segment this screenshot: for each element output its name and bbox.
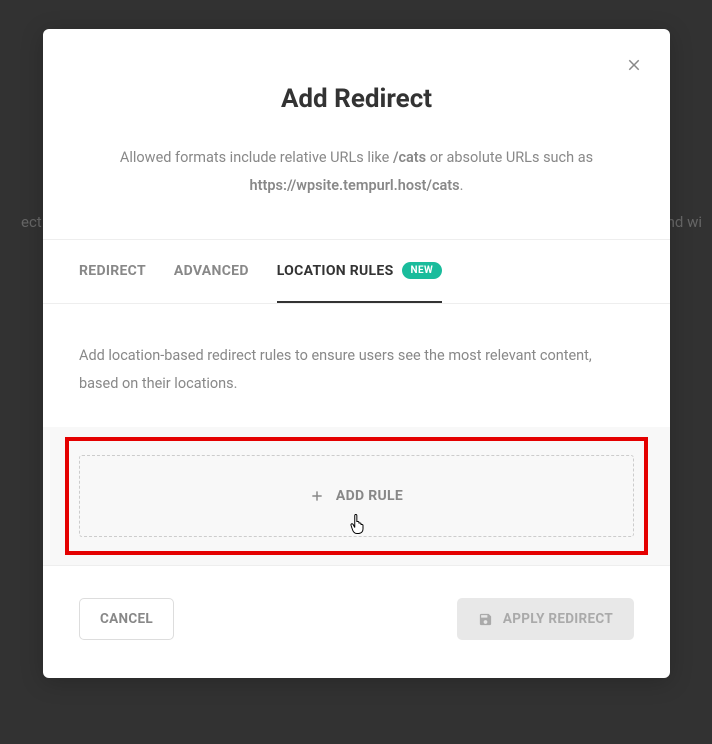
location-rules-description: Add location-based redirect rules to ens…: [79, 342, 634, 397]
new-badge: NEW: [402, 262, 443, 279]
tab-location-rules[interactable]: LOCATION RULES NEW: [277, 240, 442, 303]
modal-footer: CANCEL APPLY REDIRECT: [43, 565, 670, 678]
cursor-pointer-icon: [348, 514, 366, 536]
tab-content: Add location-based redirect rules to ens…: [43, 304, 670, 427]
tab-advanced[interactable]: ADVANCED: [174, 240, 249, 303]
tabs: REDIRECT ADVANCED LOCATION RULES NEW: [43, 240, 670, 304]
tab-redirect[interactable]: REDIRECT: [79, 240, 146, 303]
modal-subtitle: Allowed formats include relative URLs li…: [83, 144, 630, 199]
background-text-right: nd wi: [667, 213, 702, 231]
save-icon: [478, 612, 493, 627]
modal-title: Add Redirect: [83, 84, 630, 114]
add-rule-button[interactable]: ADD RULE: [79, 455, 634, 537]
apply-label: APPLY REDIRECT: [503, 611, 613, 627]
close-button[interactable]: [622, 53, 646, 77]
cancel-button[interactable]: CANCEL: [79, 598, 174, 640]
add-redirect-modal: Add Redirect Allowed formats include rel…: [43, 29, 670, 678]
apply-redirect-button[interactable]: APPLY REDIRECT: [457, 598, 634, 640]
modal-header: Add Redirect Allowed formats include rel…: [43, 29, 670, 240]
add-rule-section: ADD RULE: [43, 427, 670, 565]
add-rule-label: ADD RULE: [336, 488, 403, 504]
plus-icon: [310, 489, 324, 503]
tab-label: LOCATION RULES: [277, 263, 394, 279]
close-icon: [625, 56, 643, 74]
